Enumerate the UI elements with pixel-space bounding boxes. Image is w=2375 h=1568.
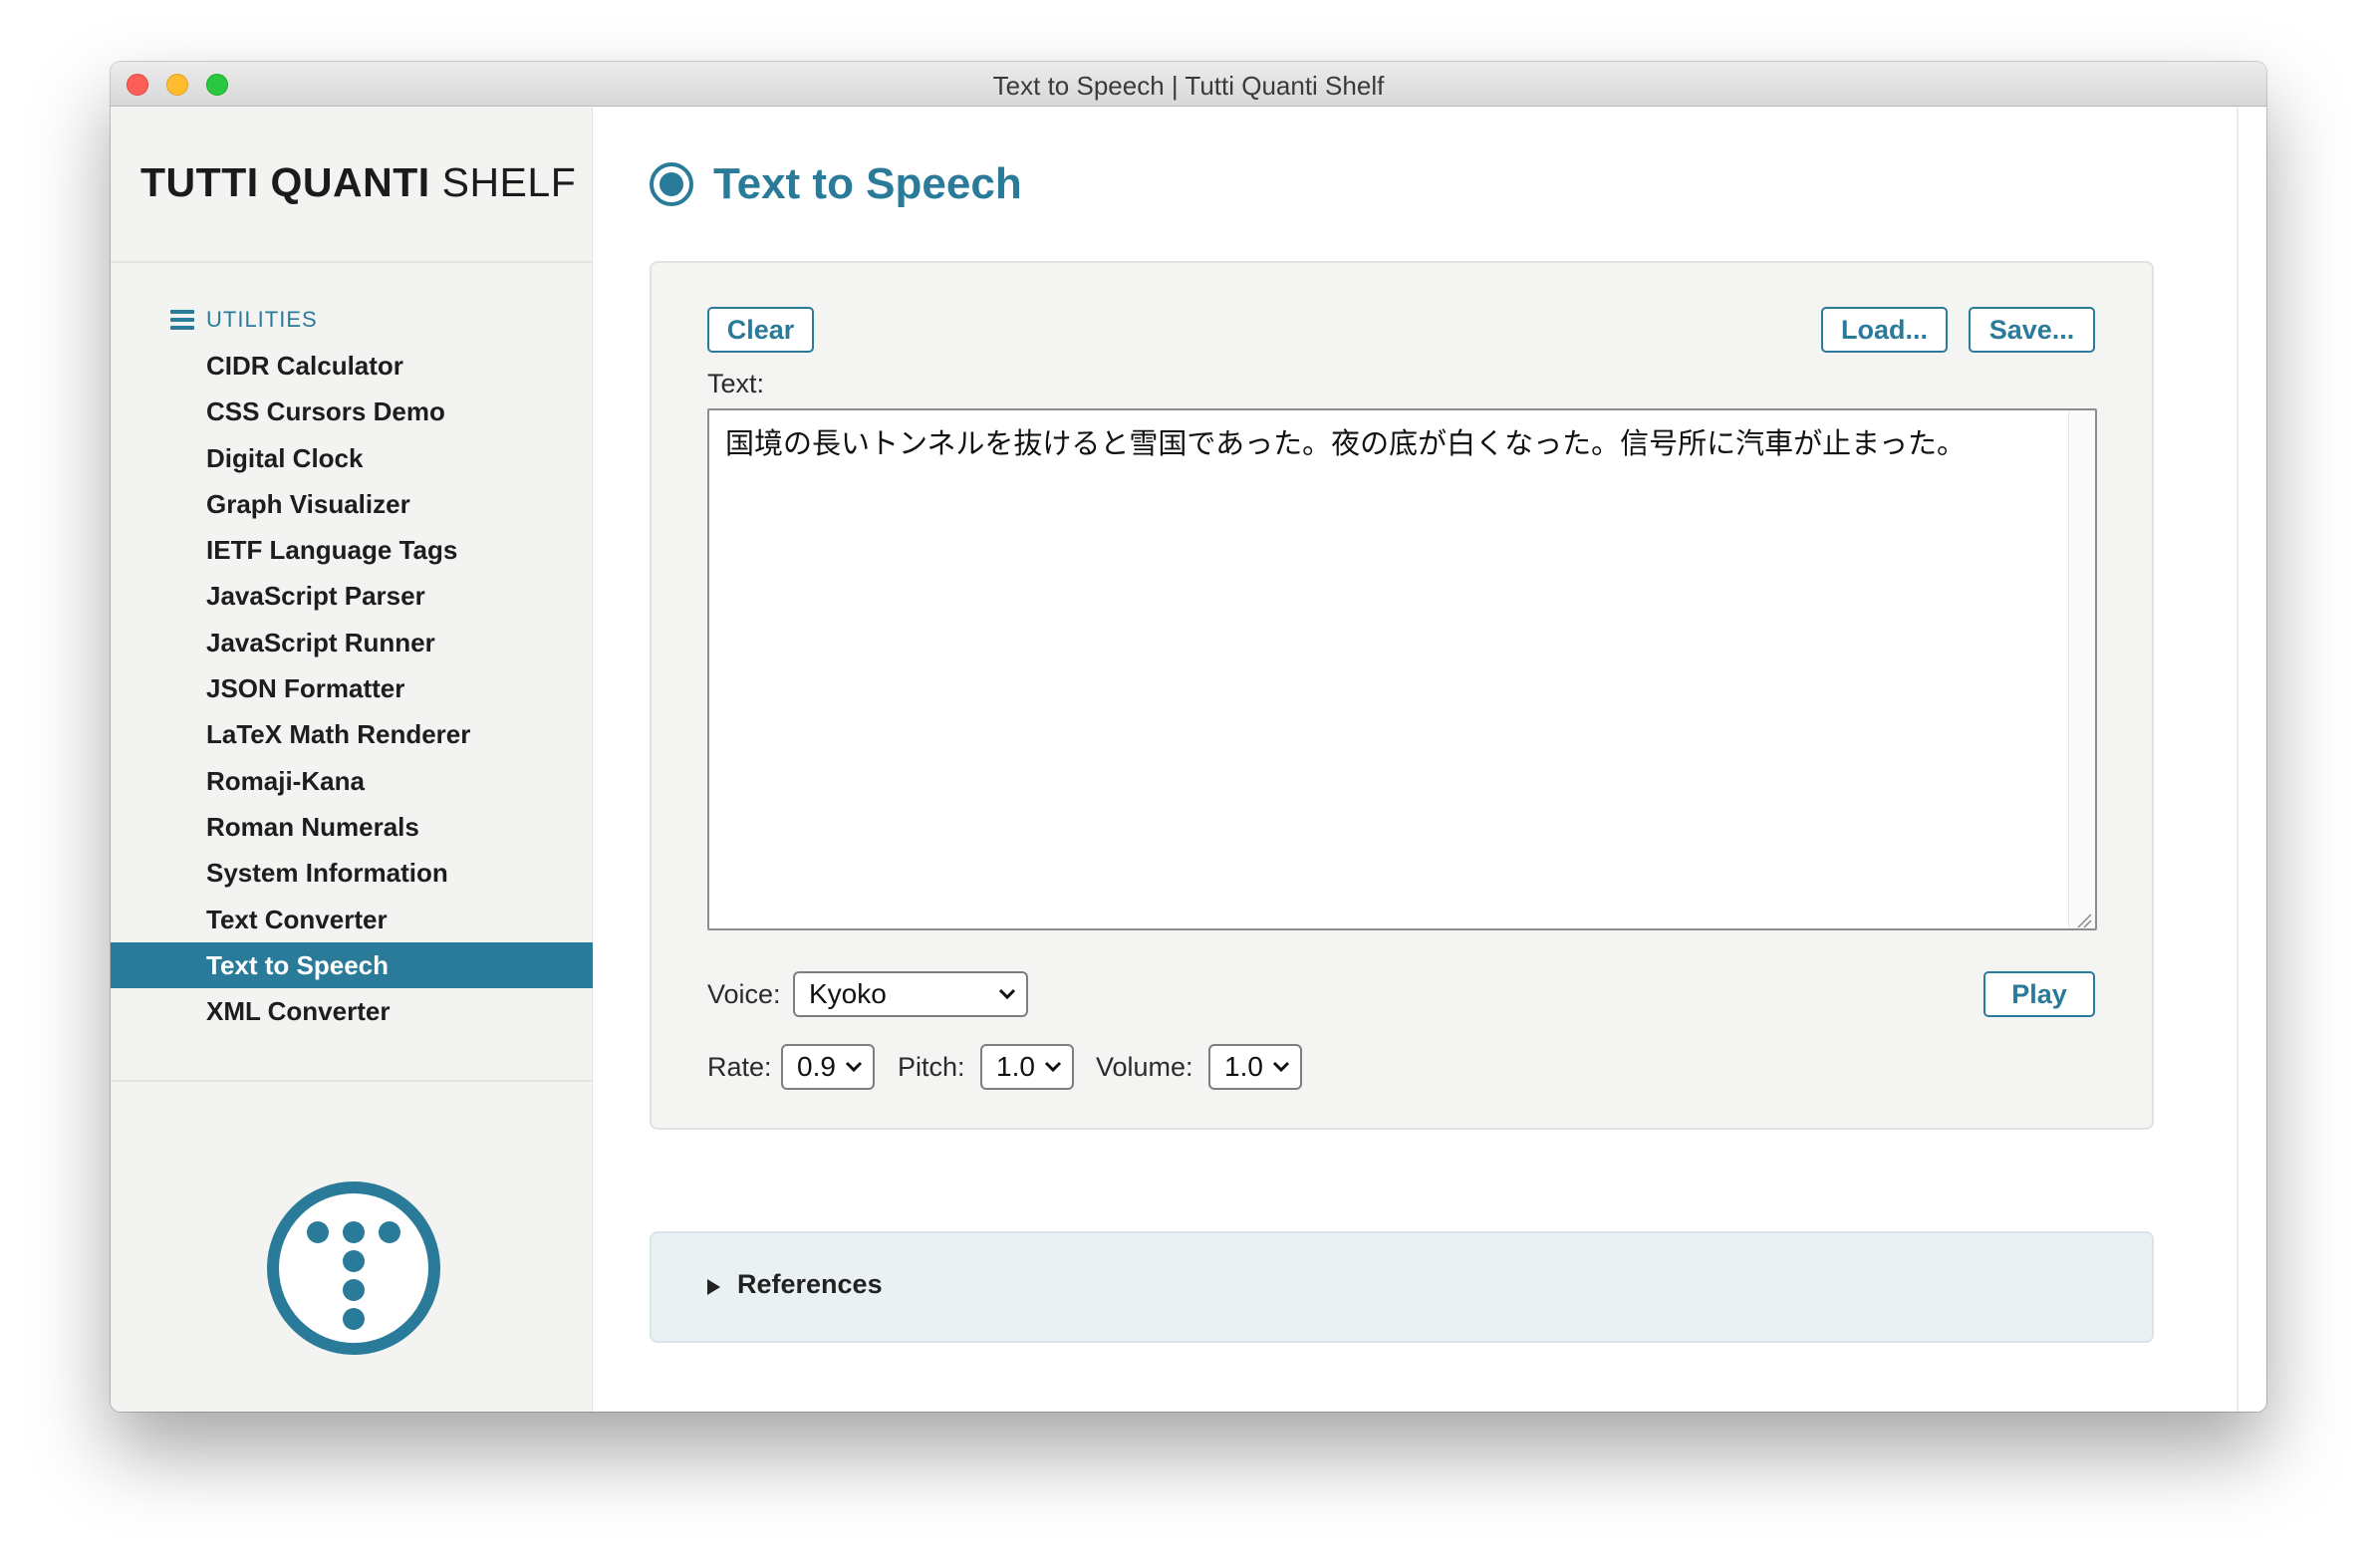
sidebar-item-xml-converter[interactable]: XML Converter <box>111 988 593 1034</box>
utilities-nav: CIDR Calculator CSS Cursors Demo Digital… <box>111 343 593 1034</box>
sidebar-item-romaji-kana[interactable]: Romaji-Kana <box>111 758 593 804</box>
page-title: Text to Speech <box>713 159 1022 208</box>
content-edge <box>2237 108 2239 1412</box>
speech-panel: Clear Load... Save... Text: 国境の長いトンネルを抜け… <box>650 261 2154 1130</box>
chevron-down-icon <box>1044 1061 1062 1073</box>
chevron-down-icon <box>1272 1061 1290 1073</box>
app-window: Text to Speech | Tutti Quanti Shelf TUTT… <box>111 62 2266 1412</box>
sidebar: TUTTI QUANTI SHELF UTILITIES CIDR Calcul… <box>111 108 593 1412</box>
title-bar: Text to Speech | Tutti Quanti Shelf <box>111 62 2266 107</box>
sidebar-item-javascript-parser[interactable]: JavaScript Parser <box>111 573 593 619</box>
sidebar-item-digital-clock[interactable]: Digital Clock <box>111 435 593 481</box>
page-header: Text to Speech <box>650 159 1022 209</box>
sidebar-item-system-information[interactable]: System Information <box>111 850 593 896</box>
resize-grip-icon[interactable] <box>2074 911 2092 928</box>
voice-label: Voice: <box>707 979 781 1009</box>
sidebar-item-text-to-speech[interactable]: Text to Speech <box>111 941 593 989</box>
app-logo-icon <box>267 1181 440 1355</box>
clear-button[interactable]: Clear <box>707 307 814 353</box>
brand-title-light: SHELF <box>441 159 577 205</box>
text-label: Text: <box>707 369 765 398</box>
chevron-down-icon <box>845 1061 863 1073</box>
play-button[interactable]: Play <box>1983 971 2095 1017</box>
sidebar-divider <box>111 1080 592 1082</box>
chevron-down-icon <box>998 988 1016 1000</box>
voice-select[interactable]: Kyoko <box>793 971 1028 1017</box>
utilities-label: UTILITIES <box>206 307 318 332</box>
sidebar-item-latex-math-renderer[interactable]: LaTeX Math Renderer <box>111 711 593 757</box>
references-disclosure[interactable]: References <box>650 1231 2154 1343</box>
rate-select[interactable]: 0.9 <box>781 1044 875 1090</box>
radio-button-icon <box>650 162 693 206</box>
sidebar-item-roman-numerals[interactable]: Roman Numerals <box>111 804 593 850</box>
rate-label: Rate: <box>707 1052 772 1082</box>
references-label: References <box>737 1269 883 1299</box>
pitch-select-value: 1.0 <box>996 1051 1035 1082</box>
sidebar-divider <box>111 261 592 263</box>
textarea-scrollbar[interactable] <box>2068 410 2095 928</box>
load-button[interactable]: Load... <box>1821 307 1948 353</box>
sidebar-item-graph-visualizer[interactable]: Graph Visualizer <box>111 481 593 527</box>
rate-select-value: 0.9 <box>797 1051 836 1082</box>
sidebar-item-text-converter[interactable]: Text Converter <box>111 897 593 942</box>
brand-title-bold: TUTTI QUANTI <box>140 159 430 205</box>
pitch-select[interactable]: 1.0 <box>980 1044 1074 1090</box>
utilities-section-header[interactable]: UTILITIES <box>170 307 318 333</box>
pitch-label: Pitch: <box>898 1052 965 1082</box>
volume-label: Volume: <box>1096 1052 1193 1082</box>
sidebar-item-ietf-language-tags[interactable]: IETF Language Tags <box>111 527 593 573</box>
disclosure-triangle-icon <box>707 1279 720 1295</box>
sidebar-item-cidr-calculator[interactable]: CIDR Calculator <box>111 343 593 389</box>
voice-select-value: Kyoko <box>809 978 887 1009</box>
brand-title: TUTTI QUANTI SHELF <box>140 159 576 206</box>
sidebar-item-json-formatter[interactable]: JSON Formatter <box>111 665 593 711</box>
window-title: Text to Speech | Tutti Quanti Shelf <box>992 71 1385 101</box>
main-content: Text to Speech Clear Load... Save... Tex… <box>594 108 2266 1412</box>
text-input[interactable]: 国境の長いトンネルを抜けると雪国であった。夜の底が白くなった。信号所に汽車が止ま… <box>707 408 2097 930</box>
save-button[interactable]: Save... <box>1969 307 2095 353</box>
sidebar-item-javascript-runner[interactable]: JavaScript Runner <box>111 620 593 665</box>
volume-select-value: 1.0 <box>1224 1051 1263 1082</box>
volume-select[interactable]: 1.0 <box>1208 1044 1302 1090</box>
sidebar-item-css-cursors-demo[interactable]: CSS Cursors Demo <box>111 389 593 434</box>
menu-icon <box>170 310 194 330</box>
